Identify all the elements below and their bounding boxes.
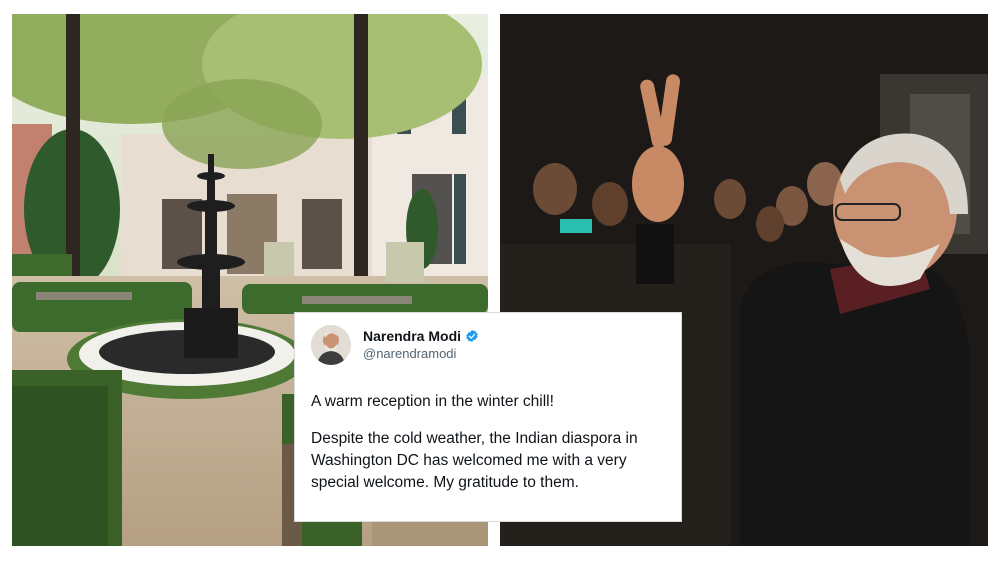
- tweet-header: Narendra Modi @narendramodi: [311, 325, 665, 365]
- tweet-author-name[interactable]: Narendra Modi: [363, 327, 461, 345]
- avatar[interactable]: [311, 325, 351, 365]
- tweet-author-handle[interactable]: @narendramodi: [363, 345, 479, 363]
- tweet-text-line-1: A warm reception in the winter chill!: [311, 393, 554, 410]
- tweet-card[interactable]: Narendra Modi @narendramodi A warm recep…: [294, 312, 682, 522]
- tweet-body: A warm reception in the winter chill! De…: [311, 391, 665, 494]
- tweet-text-line-2: Despite the cold weather, the Indian dia…: [311, 430, 638, 491]
- verified-badge-icon: [466, 329, 478, 343]
